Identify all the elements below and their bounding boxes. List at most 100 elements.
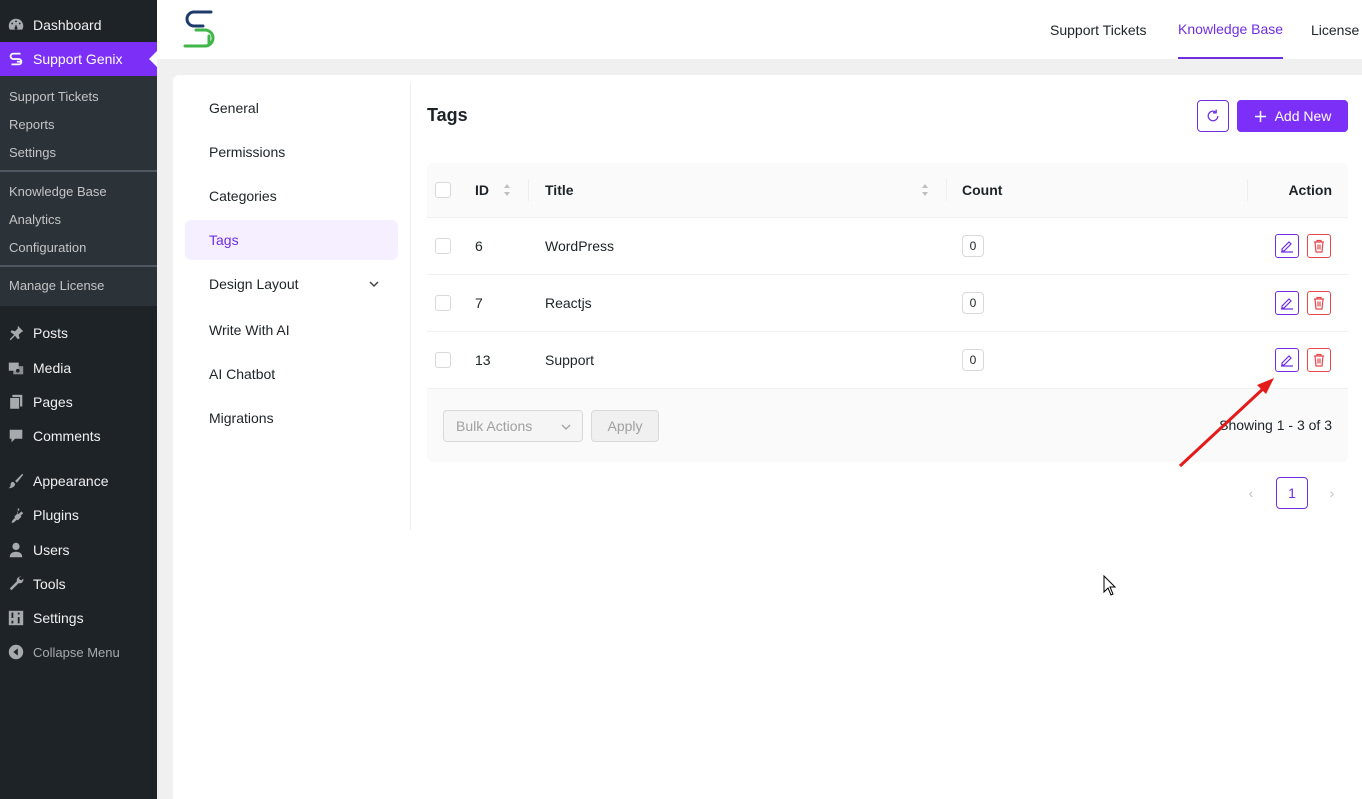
wp-menu-settings[interactable]: Settings — [0, 601, 157, 635]
apply-button[interactable]: Apply — [591, 410, 659, 442]
wp-menu-label: Comments — [33, 428, 101, 444]
add-new-button[interactable]: Add New — [1237, 100, 1348, 132]
main-panel: General Permissions Categories Tags Desi… — [173, 75, 1362, 799]
wp-menu-pages[interactable]: Pages — [0, 385, 157, 419]
pencil-icon — [1281, 355, 1293, 367]
wp-menu-users[interactable]: Users — [0, 533, 157, 567]
chevron-down-icon — [561, 424, 571, 430]
column-separator — [528, 179, 529, 201]
page-title: Tags — [427, 105, 468, 125]
wp-collapse-menu[interactable]: Collapse Menu — [0, 635, 157, 669]
topnav-license[interactable]: License — [1311, 0, 1359, 59]
wp-menu-plugins[interactable]: Plugins — [0, 498, 157, 532]
select-all-checkbox[interactable] — [435, 182, 451, 198]
subnav-migrations[interactable]: Migrations — [185, 398, 398, 438]
user-icon — [7, 541, 25, 559]
page-1-button[interactable]: 1 — [1276, 477, 1308, 509]
header-id[interactable]: ID — [475, 182, 489, 198]
delete-button[interactable] — [1307, 348, 1331, 372]
support-genix-icon — [7, 50, 25, 68]
settings-sliders-icon — [7, 609, 25, 627]
subnav-ai-chatbot[interactable]: AI Chatbot — [185, 354, 398, 394]
wp-menu-posts[interactable]: Posts — [0, 316, 157, 350]
next-page-button[interactable]: › — [1322, 477, 1342, 509]
delete-button[interactable] — [1307, 291, 1331, 315]
edit-button[interactable] — [1275, 291, 1299, 315]
topnav-knowledge-base[interactable]: Knowledge Base — [1178, 0, 1284, 59]
submenu-knowledge-base[interactable]: Knowledge Base — [9, 184, 107, 199]
header-count: Count — [962, 182, 1003, 198]
count-badge: 0 — [962, 235, 984, 257]
bulk-actions-label: Bulk Actions — [456, 418, 533, 434]
prev-page-button[interactable]: ‹ — [1241, 477, 1261, 509]
wp-menu-tools[interactable]: Tools — [0, 567, 157, 601]
submenu-divider — [0, 170, 157, 172]
edit-button[interactable] — [1275, 234, 1299, 258]
header-title[interactable]: Title — [545, 182, 574, 198]
wp-menu-media[interactable]: Media — [0, 351, 157, 385]
wp-menu-label: Users — [33, 542, 70, 558]
subnav-permissions[interactable]: Permissions — [185, 132, 398, 172]
showing-count: Showing 1 - 3 of 3 — [1219, 417, 1332, 433]
submenu-manage-license[interactable]: Manage License — [9, 278, 104, 293]
subnav-tags[interactable]: Tags — [185, 220, 398, 260]
wp-menu-dashboard[interactable]: Dashboard — [0, 8, 157, 42]
plugin-topbar: Support Tickets Knowledge Base License — [157, 0, 1362, 59]
row-title: Support — [545, 352, 595, 368]
pin-icon — [7, 324, 25, 342]
plus-icon — [1254, 110, 1266, 122]
bulk-actions-select[interactable]: Bulk Actions — [443, 410, 583, 442]
table-footer: Bulk Actions Apply Showing 1 - 3 of 3 — [427, 389, 1348, 462]
row-checkbox[interactable] — [435, 352, 451, 368]
wp-menu-label: Pages — [33, 394, 73, 410]
subnav-general[interactable]: General — [185, 88, 398, 128]
table-header: ID Title Count Action — [427, 163, 1348, 218]
panel-divider — [410, 83, 411, 530]
submenu-settings[interactable]: Settings — [9, 145, 56, 160]
chevron-down-icon — [369, 281, 379, 288]
subnav-categories[interactable]: Categories — [185, 176, 398, 216]
wp-menu-label: Settings — [33, 610, 84, 626]
wp-menu-support-genix[interactable]: Support Genix — [0, 42, 157, 76]
submenu-support-tickets[interactable]: Support Tickets — [9, 89, 99, 104]
subnav-design-layout[interactable]: Design Layout — [185, 264, 398, 304]
delete-button[interactable] — [1307, 234, 1331, 258]
count-badge: 0 — [962, 349, 984, 371]
submenu-reports[interactable]: Reports — [9, 117, 55, 132]
row-title: WordPress — [545, 238, 614, 254]
header-action: Action — [1288, 182, 1332, 198]
wp-menu-label: Dashboard — [33, 17, 102, 33]
row-id: 13 — [475, 352, 491, 368]
row-id: 7 — [475, 295, 483, 311]
tags-table: ID Title Count Action 6 WordPress 0 7 Re… — [427, 163, 1348, 462]
table-row: 7 Reactjs 0 — [427, 275, 1348, 332]
wp-menu-label: Plugins — [33, 507, 79, 523]
wp-menu-label: Tools — [33, 576, 66, 592]
row-checkbox[interactable] — [435, 295, 451, 311]
wp-menu-label: Posts — [33, 325, 69, 341]
refresh-button[interactable] — [1197, 100, 1229, 132]
topnav-support-tickets[interactable]: Support Tickets — [1050, 0, 1147, 59]
pencil-icon — [1281, 241, 1293, 253]
wp-menu-appearance[interactable]: Appearance — [0, 464, 157, 498]
subnav-write-with-ai[interactable]: Write With AI — [185, 310, 398, 350]
media-icon — [7, 359, 25, 377]
table-row: 6 WordPress 0 — [427, 218, 1348, 275]
edit-button[interactable] — [1275, 348, 1299, 372]
trash-icon — [1314, 296, 1324, 310]
pencil-icon — [1281, 298, 1293, 310]
wp-menu-label: Support Genix — [33, 51, 123, 67]
wp-menu-label: Media — [33, 360, 72, 376]
submenu-analytics[interactable]: Analytics — [9, 212, 61, 227]
submenu-configuration[interactable]: Configuration — [9, 240, 86, 255]
comment-icon — [7, 427, 25, 445]
trash-icon — [1314, 239, 1324, 253]
trash-icon — [1314, 353, 1324, 367]
wp-menu-comments[interactable]: Comments — [0, 419, 157, 453]
sort-icon[interactable] — [503, 183, 511, 197]
sort-icon[interactable] — [921, 183, 929, 197]
row-id: 6 — [475, 238, 483, 254]
row-checkbox[interactable] — [435, 238, 451, 254]
wp-menu-label: Collapse Menu — [33, 644, 120, 660]
count-badge: 0 — [962, 292, 984, 314]
